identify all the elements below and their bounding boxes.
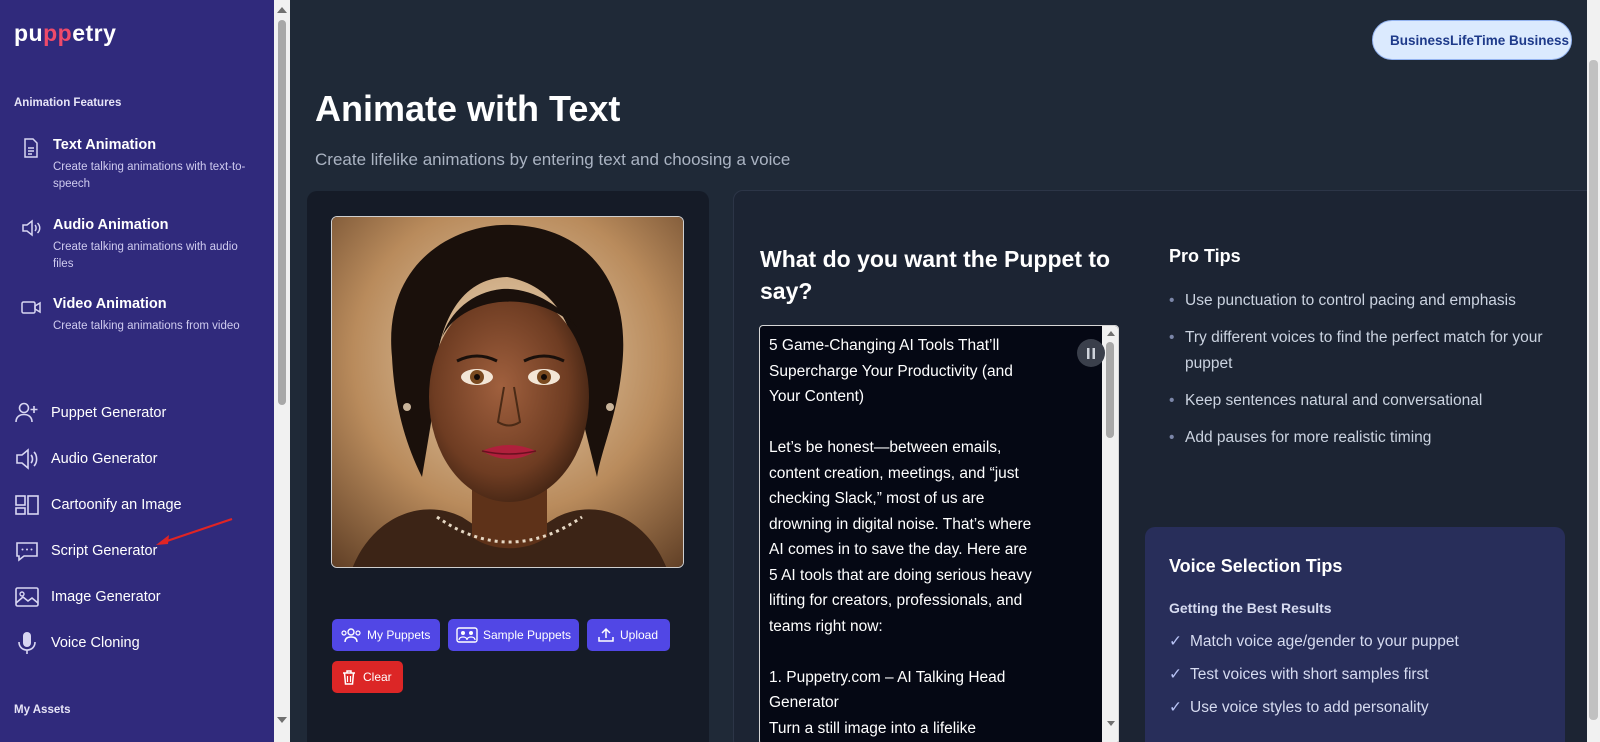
textarea-scroll-down[interactable] <box>1107 721 1115 726</box>
my-puppets-label: My Puppets <box>367 628 431 642</box>
sidebar-item-label: Image Generator <box>51 589 161 605</box>
sidebar-item-label: Puppet Generator <box>51 405 167 421</box>
sidebar-item-description: Create talking animations with text-to-s… <box>53 161 246 190</box>
list-item: ✓ Use voice styles to add personality <box>1169 698 1459 731</box>
user-plus-icon <box>15 402 38 423</box>
section-title-animation-features: Animation Features <box>14 97 122 109</box>
sidebar-item-label: Audio Animation <box>53 217 169 233</box>
puppet-image <box>331 216 684 568</box>
sample-puppets-button[interactable]: Sample Puppets <box>448 619 579 651</box>
script-text[interactable]: 5 Game-Changing AI Tools That’ll Superch… <box>769 333 1039 741</box>
script-textarea[interactable]: 5 Game-Changing AI Tools That’ll Superch… <box>759 325 1119 742</box>
sidebar-item-audio-generator[interactable]: Audio Generator <box>14 446 264 472</box>
check-icon: ✓ <box>1169 699 1182 716</box>
speaker-icon <box>16 448 38 470</box>
list-item: Use punctuation to control pacing and em… <box>1169 288 1554 314</box>
script-heading: What do you want the Puppet to say? <box>760 246 1111 304</box>
page-subtitle: Create lifelike animations by entering t… <box>315 150 791 169</box>
id-card-icon <box>456 627 478 643</box>
sidebar-item-description: Create talking animations from video <box>53 320 240 332</box>
layout-icon <box>15 495 39 515</box>
sidebar-item-label: Video Animation <box>53 296 167 312</box>
sidebar-item-label: Voice Cloning <box>51 635 140 651</box>
sidebar-item-label: Audio Generator <box>51 451 158 467</box>
list-item-text: Match voice age/gender to your puppet <box>1190 633 1459 650</box>
voice-tips-subtitle: Getting the Best Results <box>1169 600 1332 616</box>
microphone-icon <box>18 632 36 654</box>
upload-button[interactable]: Upload <box>587 619 670 651</box>
check-icon: ✓ <box>1169 633 1182 650</box>
sidebar-item-description: Create talking animations with audio fil… <box>53 241 238 270</box>
voice-tips-title: Voice Selection Tips <box>1169 556 1343 576</box>
clear-label: Clear <box>363 670 392 684</box>
sidebar-item-video-animation[interactable]: Video Animation Create talking animation… <box>20 296 260 356</box>
sidebar-item-label: Script Generator <box>51 543 158 559</box>
sidebar: puppetry Animation Features Text Animati… <box>0 0 274 742</box>
upload-icon <box>598 627 614 642</box>
pro-tips-list: Use punctuation to control pacing and em… <box>1169 288 1554 462</box>
list-item: Add pauses for more realistic timing <box>1169 425 1554 451</box>
list-item-text: Use voice styles to add personality <box>1190 699 1429 716</box>
window-scrollbar-thumb[interactable] <box>1589 60 1598 720</box>
check-icon: ✓ <box>1169 666 1182 683</box>
sidebar-item-label: Cartoonify an Image <box>51 497 182 513</box>
clear-button[interactable]: Clear <box>332 661 403 693</box>
sidebar-item-voice-cloning[interactable]: Voice Cloning <box>14 630 264 656</box>
plan-badge[interactable]: BusinessLifeTime Business <box>1372 20 1572 60</box>
list-item: ✓ Match voice age/gender to your puppet <box>1169 632 1459 665</box>
annotation-arrow <box>156 517 233 545</box>
page-title: Animate with Text <box>315 88 621 129</box>
textarea-scroll-up[interactable] <box>1107 331 1115 336</box>
scroll-down-arrow[interactable] <box>277 717 287 723</box>
sidebar-item-audio-animation[interactable]: Audio Animation Create talking animation… <box>20 217 260 277</box>
trash-icon <box>343 670 355 685</box>
pro-tips-title: Pro Tips <box>1169 246 1241 266</box>
image-icon <box>15 587 39 607</box>
scroll-up-arrow[interactable] <box>277 7 287 13</box>
sidebar-item-label: Text Animation <box>53 137 157 153</box>
sidebar-item-image-generator[interactable]: Image Generator <box>14 584 264 610</box>
pause-button[interactable] <box>1077 339 1105 367</box>
list-item: Try different voices to find the perfect… <box>1169 325 1554 377</box>
sidebar-scrollbar-thumb[interactable] <box>278 20 286 405</box>
list-item: ✓ Test voices with short samples first <box>1169 665 1459 698</box>
speaker-icon <box>22 219 41 237</box>
video-camera-icon <box>21 301 41 314</box>
upload-label: Upload <box>620 628 659 642</box>
sample-puppets-label: Sample Puppets <box>483 628 572 642</box>
document-icon <box>24 138 38 158</box>
pause-icon <box>1087 347 1095 359</box>
textarea-scrollbar-thumb[interactable] <box>1106 342 1114 438</box>
list-item: Keep sentences natural and conversationa… <box>1169 388 1554 414</box>
section-title-my-assets: My Assets <box>14 704 71 716</box>
chat-bubble-icon <box>16 542 38 562</box>
users-icon <box>341 628 361 643</box>
my-puppets-button[interactable]: My Puppets <box>332 619 440 651</box>
sidebar-item-puppet-generator[interactable]: Puppet Generator <box>14 400 264 426</box>
sidebar-item-text-animation[interactable]: Text Animation Create talking animations… <box>20 137 260 197</box>
list-item-text: Test voices with short samples first <box>1190 666 1429 683</box>
puppetry-logo[interactable]: puppetry <box>14 20 116 47</box>
voice-tips-list: ✓ Match voice age/gender to your puppet ✓… <box>1169 632 1459 731</box>
